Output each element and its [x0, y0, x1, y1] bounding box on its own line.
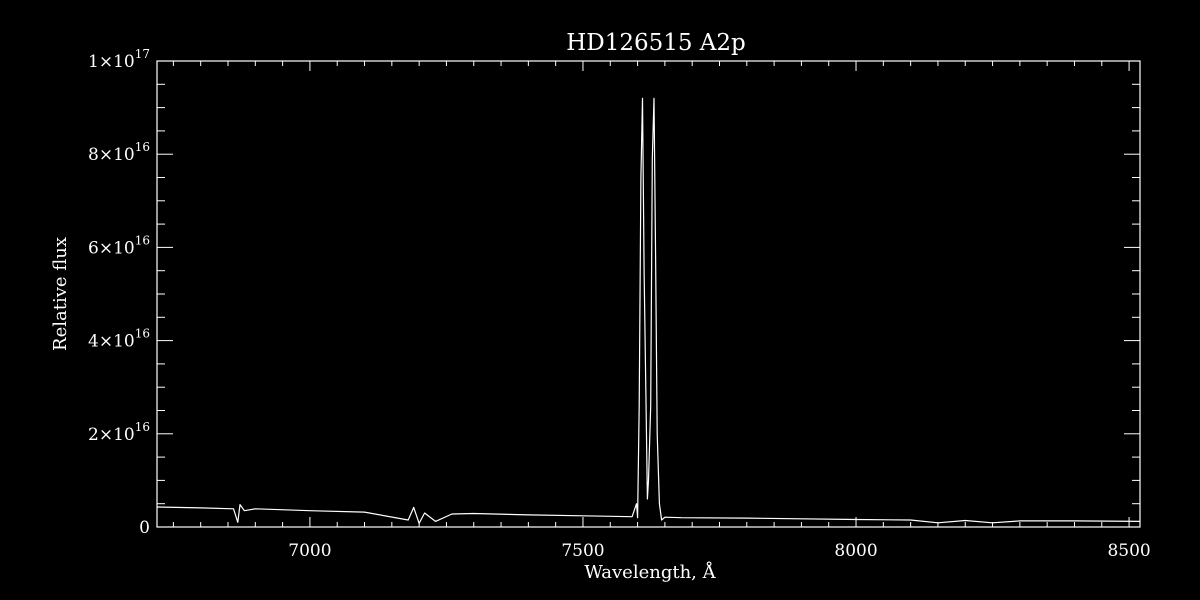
y-tick-label: 2×1016 — [88, 420, 150, 445]
chart-title: HD126515 A2p — [566, 30, 746, 56]
x-axis-label: Wavelength, Å — [584, 561, 716, 583]
x-tick-label: 7500 — [561, 541, 604, 561]
y-axis-label: Relative flux — [50, 237, 71, 351]
spectrum-chart: 7000 7500 8000 8500 0 2×1016 4×1016 6×1016 8×101… — [50, 30, 1151, 583]
x-tick-label: 7000 — [288, 541, 331, 561]
y-tick-label: 8×1016 — [88, 140, 150, 165]
x-tick-label: 8000 — [834, 541, 877, 561]
y-tick-label: 6×1016 — [88, 233, 150, 258]
spectrum-line — [156, 97, 1141, 524]
y-tick-label: 4×1016 — [88, 327, 150, 352]
plot-frame — [156, 60, 1141, 528]
y-tick-label: 0 — [139, 518, 150, 538]
series-layer — [156, 97, 1141, 524]
x-tick-label: 8500 — [1107, 541, 1150, 561]
y-tick-label: 1×1017 — [88, 47, 150, 72]
axes: 7000 7500 8000 8500 0 2×1016 4×1016 6×1016 8×101… — [88, 47, 1151, 561]
